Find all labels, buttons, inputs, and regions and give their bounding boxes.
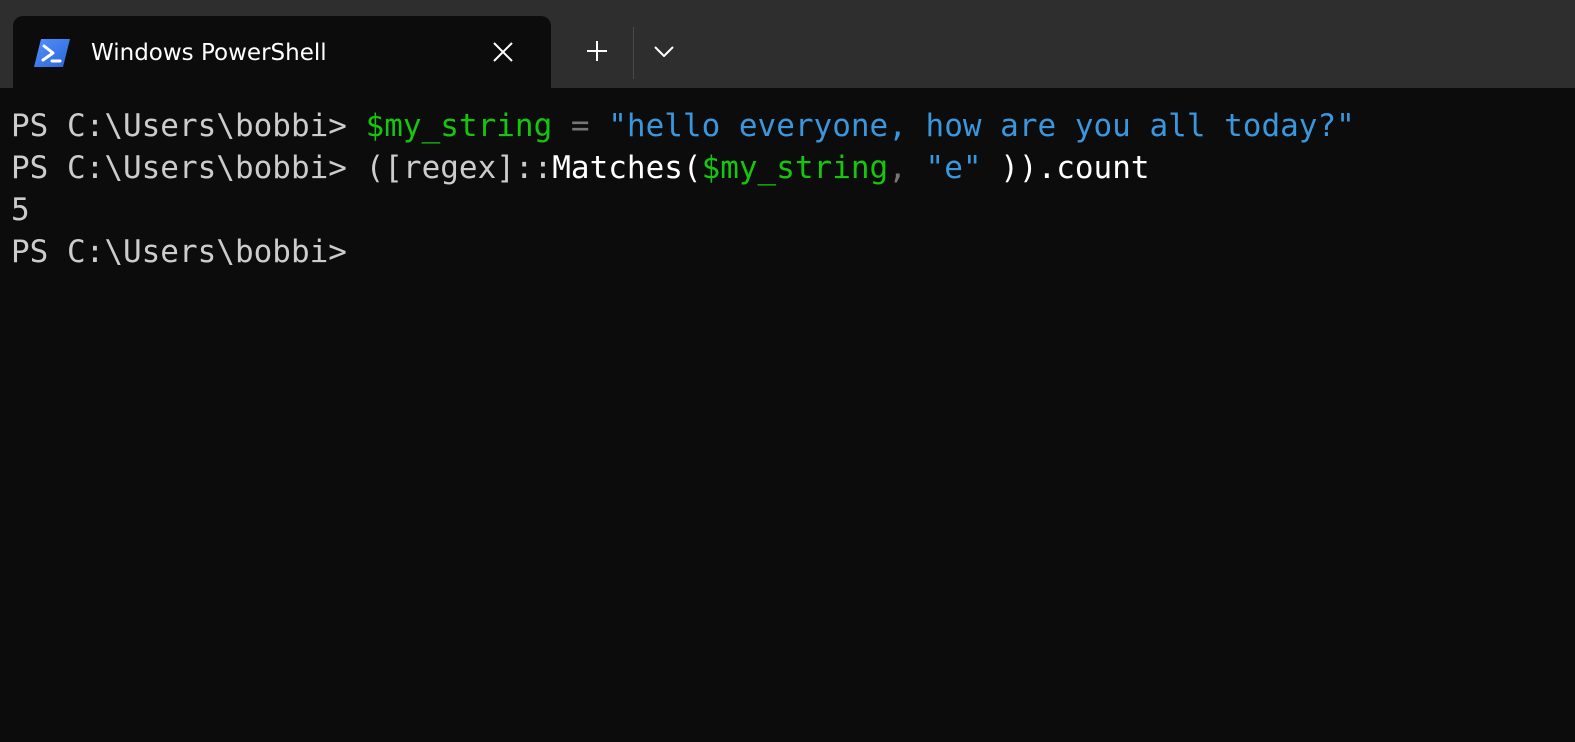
string-literal: "e": [925, 150, 982, 186]
string-literal: "hello everyone, how are you all today?": [608, 108, 1355, 144]
chevron-down-icon: [654, 46, 674, 57]
terminal-line: PS C:\Users\bobbi> $my_string = "hello e…: [11, 105, 1355, 147]
variable: $my_string: [365, 108, 553, 144]
dropdown-button[interactable]: [646, 32, 682, 72]
close-icon[interactable]: [491, 40, 515, 64]
variable: $my_string: [701, 150, 889, 186]
terminal-window: Windows PowerShell PS C:\Users\bobbi> $m…: [0, 0, 1575, 742]
title-bar: Windows PowerShell: [0, 0, 1575, 88]
command-output: 5: [11, 192, 30, 228]
new-tab-button[interactable]: [578, 30, 618, 74]
tab-divider: [633, 27, 634, 79]
terminal-output[interactable]: PS C:\Users\bobbi> $my_string = "hello e…: [0, 88, 1575, 742]
property-access: )).count: [981, 150, 1150, 186]
tab-title: Windows PowerShell: [91, 40, 327, 66]
tab-windows-powershell[interactable]: Windows PowerShell: [13, 16, 551, 88]
prompt: PS C:\Users\bobbi>: [11, 150, 366, 186]
plus-icon: [587, 41, 607, 61]
comma: ,: [888, 150, 907, 186]
terminal-line: PS C:\Users\bobbi> ([regex]::Matches($my…: [11, 147, 1150, 189]
operator: =: [552, 108, 609, 144]
type-accelerator: ([regex]::: [365, 150, 553, 186]
prompt: PS C:\Users\bobbi>: [11, 108, 366, 144]
powershell-icon: [34, 39, 70, 67]
method-name: Matches(: [552, 150, 702, 186]
prompt: PS C:\Users\bobbi>: [11, 234, 347, 270]
